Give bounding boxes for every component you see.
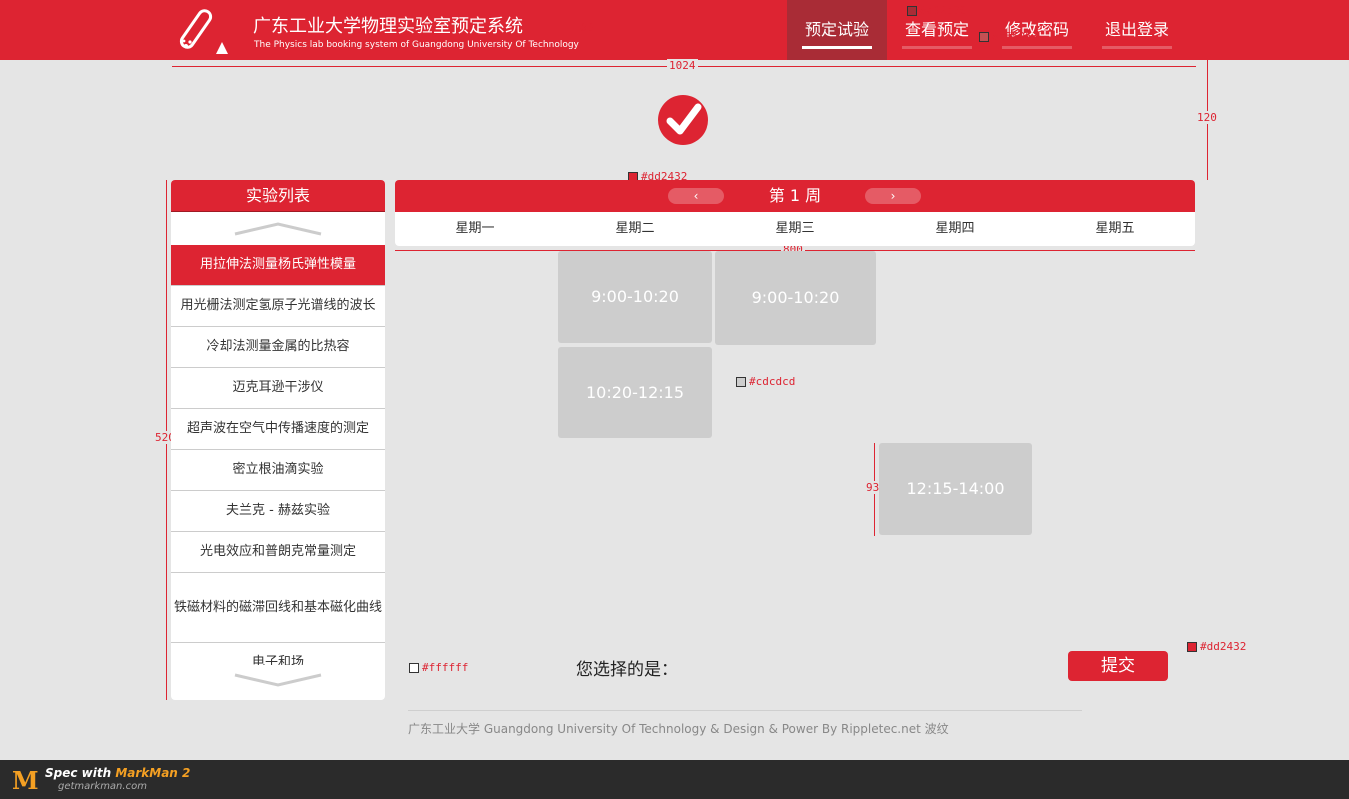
- experiment-item[interactable]: 冷却法测量金属的比热容: [171, 327, 385, 368]
- nav-label: 退出登录: [1104, 20, 1169, 39]
- weekday-row: 星期一 星期二 星期三 星期四 星期五: [395, 212, 1195, 246]
- experiment-sidebar: 实验列表 用拉伸法测量杨氏弹性模量 用光栅法测定氢原子光谱线的波长 冷却法测量金…: [171, 180, 385, 700]
- color-code: #c55053: [992, 30, 1039, 43]
- weekday-label: 星期五: [1095, 221, 1135, 236]
- check-badge-icon: [658, 95, 708, 145]
- color-code: #ffffff: [422, 661, 469, 674]
- experiment-item[interactable]: 用拉伸法测量杨氏弹性模量: [171, 245, 385, 286]
- color-swatch: [409, 663, 419, 673]
- app-subtitle: The Physics lab booking system of Guangd…: [254, 40, 579, 50]
- nav-book-experiment[interactable]: 预定试验: [787, 0, 887, 60]
- week-label: 第 1 周: [768, 186, 822, 205]
- markman-brand: MarkMan 2: [115, 766, 191, 780]
- dim-label-header-height: 60: [580, 21, 594, 34]
- app-title: 广东工业大学物理实验室预定系统: [253, 16, 523, 37]
- color-swatch: [1187, 642, 1197, 652]
- chevron-right-icon: ›: [890, 189, 896, 203]
- scroll-up-button[interactable]: [171, 212, 385, 245]
- footer-divider: [408, 710, 1082, 711]
- weekday-label: 星期四: [935, 221, 975, 236]
- experiment-item[interactable]: 光电效应和普朗克常量测定: [171, 532, 385, 573]
- color-swatch: [979, 32, 989, 42]
- time-slot[interactable]: 12:15-14:00: [879, 443, 1032, 535]
- dim-label-top-gap: 120: [1195, 111, 1219, 124]
- experiment-item[interactable]: 迈克耳逊干涉仪: [171, 368, 385, 409]
- color-annotation: #a92c36: [907, 4, 966, 17]
- chevron-down-icon: [234, 673, 322, 687]
- color-annotation: #ffffff: [409, 661, 468, 674]
- experiment-item[interactable]: 密立根油滴实验: [171, 450, 385, 491]
- color-swatch: [736, 377, 746, 387]
- time-slot[interactable]: 10:20-12:15: [558, 347, 712, 438]
- sidebar-title: 实验列表: [171, 180, 385, 212]
- color-code: #dd2432: [1200, 640, 1247, 653]
- color-code: #cdcdcd: [749, 375, 796, 388]
- color-code: #a92c36: [920, 4, 967, 17]
- scroll-down-button[interactable]: [171, 665, 385, 695]
- nav-label: 查看预定: [904, 20, 969, 39]
- color-annotation: #cdcdcd: [736, 375, 795, 388]
- experiment-item[interactable]: 超声波在空气中传播速度的测定: [171, 409, 385, 450]
- time-slot[interactable]: 9:00-10:20: [715, 251, 876, 345]
- markman-spec: Spec with MarkMan 2: [45, 766, 190, 780]
- markman-logo-icon: M: [12, 766, 39, 795]
- dim-label-content-width: 1024: [667, 59, 698, 72]
- experiment-item[interactable]: 电子和场: [171, 643, 385, 665]
- weekday-label: 星期三: [775, 221, 815, 236]
- color-annotation: #c55053: [979, 30, 1038, 43]
- experiment-list: 用拉伸法测量杨氏弹性模量 用光栅法测定氢原子光谱线的波长 冷却法测量金属的比热容…: [171, 245, 385, 665]
- experiment-item[interactable]: 铁磁材料的磁滞回线和基本磁化曲线: [171, 573, 385, 643]
- nav-logout[interactable]: 退出登录: [1087, 0, 1187, 60]
- next-week-button[interactable]: ›: [865, 188, 921, 204]
- weekday-label: 星期二: [615, 221, 655, 236]
- prev-week-button[interactable]: ‹: [668, 188, 724, 204]
- chevron-left-icon: ‹: [693, 189, 699, 203]
- markman-bar: [0, 760, 1349, 799]
- selection-label: 您选择的是：: [576, 660, 678, 680]
- experiment-item[interactable]: 用光栅法测定氢原子光谱线的波长: [171, 286, 385, 327]
- weekday-label: 星期一: [455, 221, 495, 236]
- nav-underline: [1002, 46, 1072, 49]
- nav-underline: [902, 46, 972, 49]
- time-slot[interactable]: 9:00-10:20: [558, 251, 712, 343]
- chevron-up-icon: [234, 221, 322, 235]
- nav-underline: [802, 46, 872, 49]
- test-tube-icon: [179, 9, 228, 54]
- nav-label: 预定试验: [804, 20, 869, 39]
- nav-underline: [1102, 46, 1172, 49]
- markman-url: getmarkman.com: [58, 781, 147, 792]
- submit-button[interactable]: 提交: [1068, 651, 1168, 681]
- markman-spec-text: Spec with: [45, 766, 112, 780]
- footer-text: 广东工业大学 Guangdong University Of Technolog…: [408, 722, 949, 736]
- week-header: 第 1 周 ‹ ›: [395, 180, 1195, 212]
- color-annotation: #dd2432: [1187, 640, 1246, 653]
- experiment-item[interactable]: 夫兰克 - 赫兹实验: [171, 491, 385, 532]
- color-swatch: [907, 6, 917, 16]
